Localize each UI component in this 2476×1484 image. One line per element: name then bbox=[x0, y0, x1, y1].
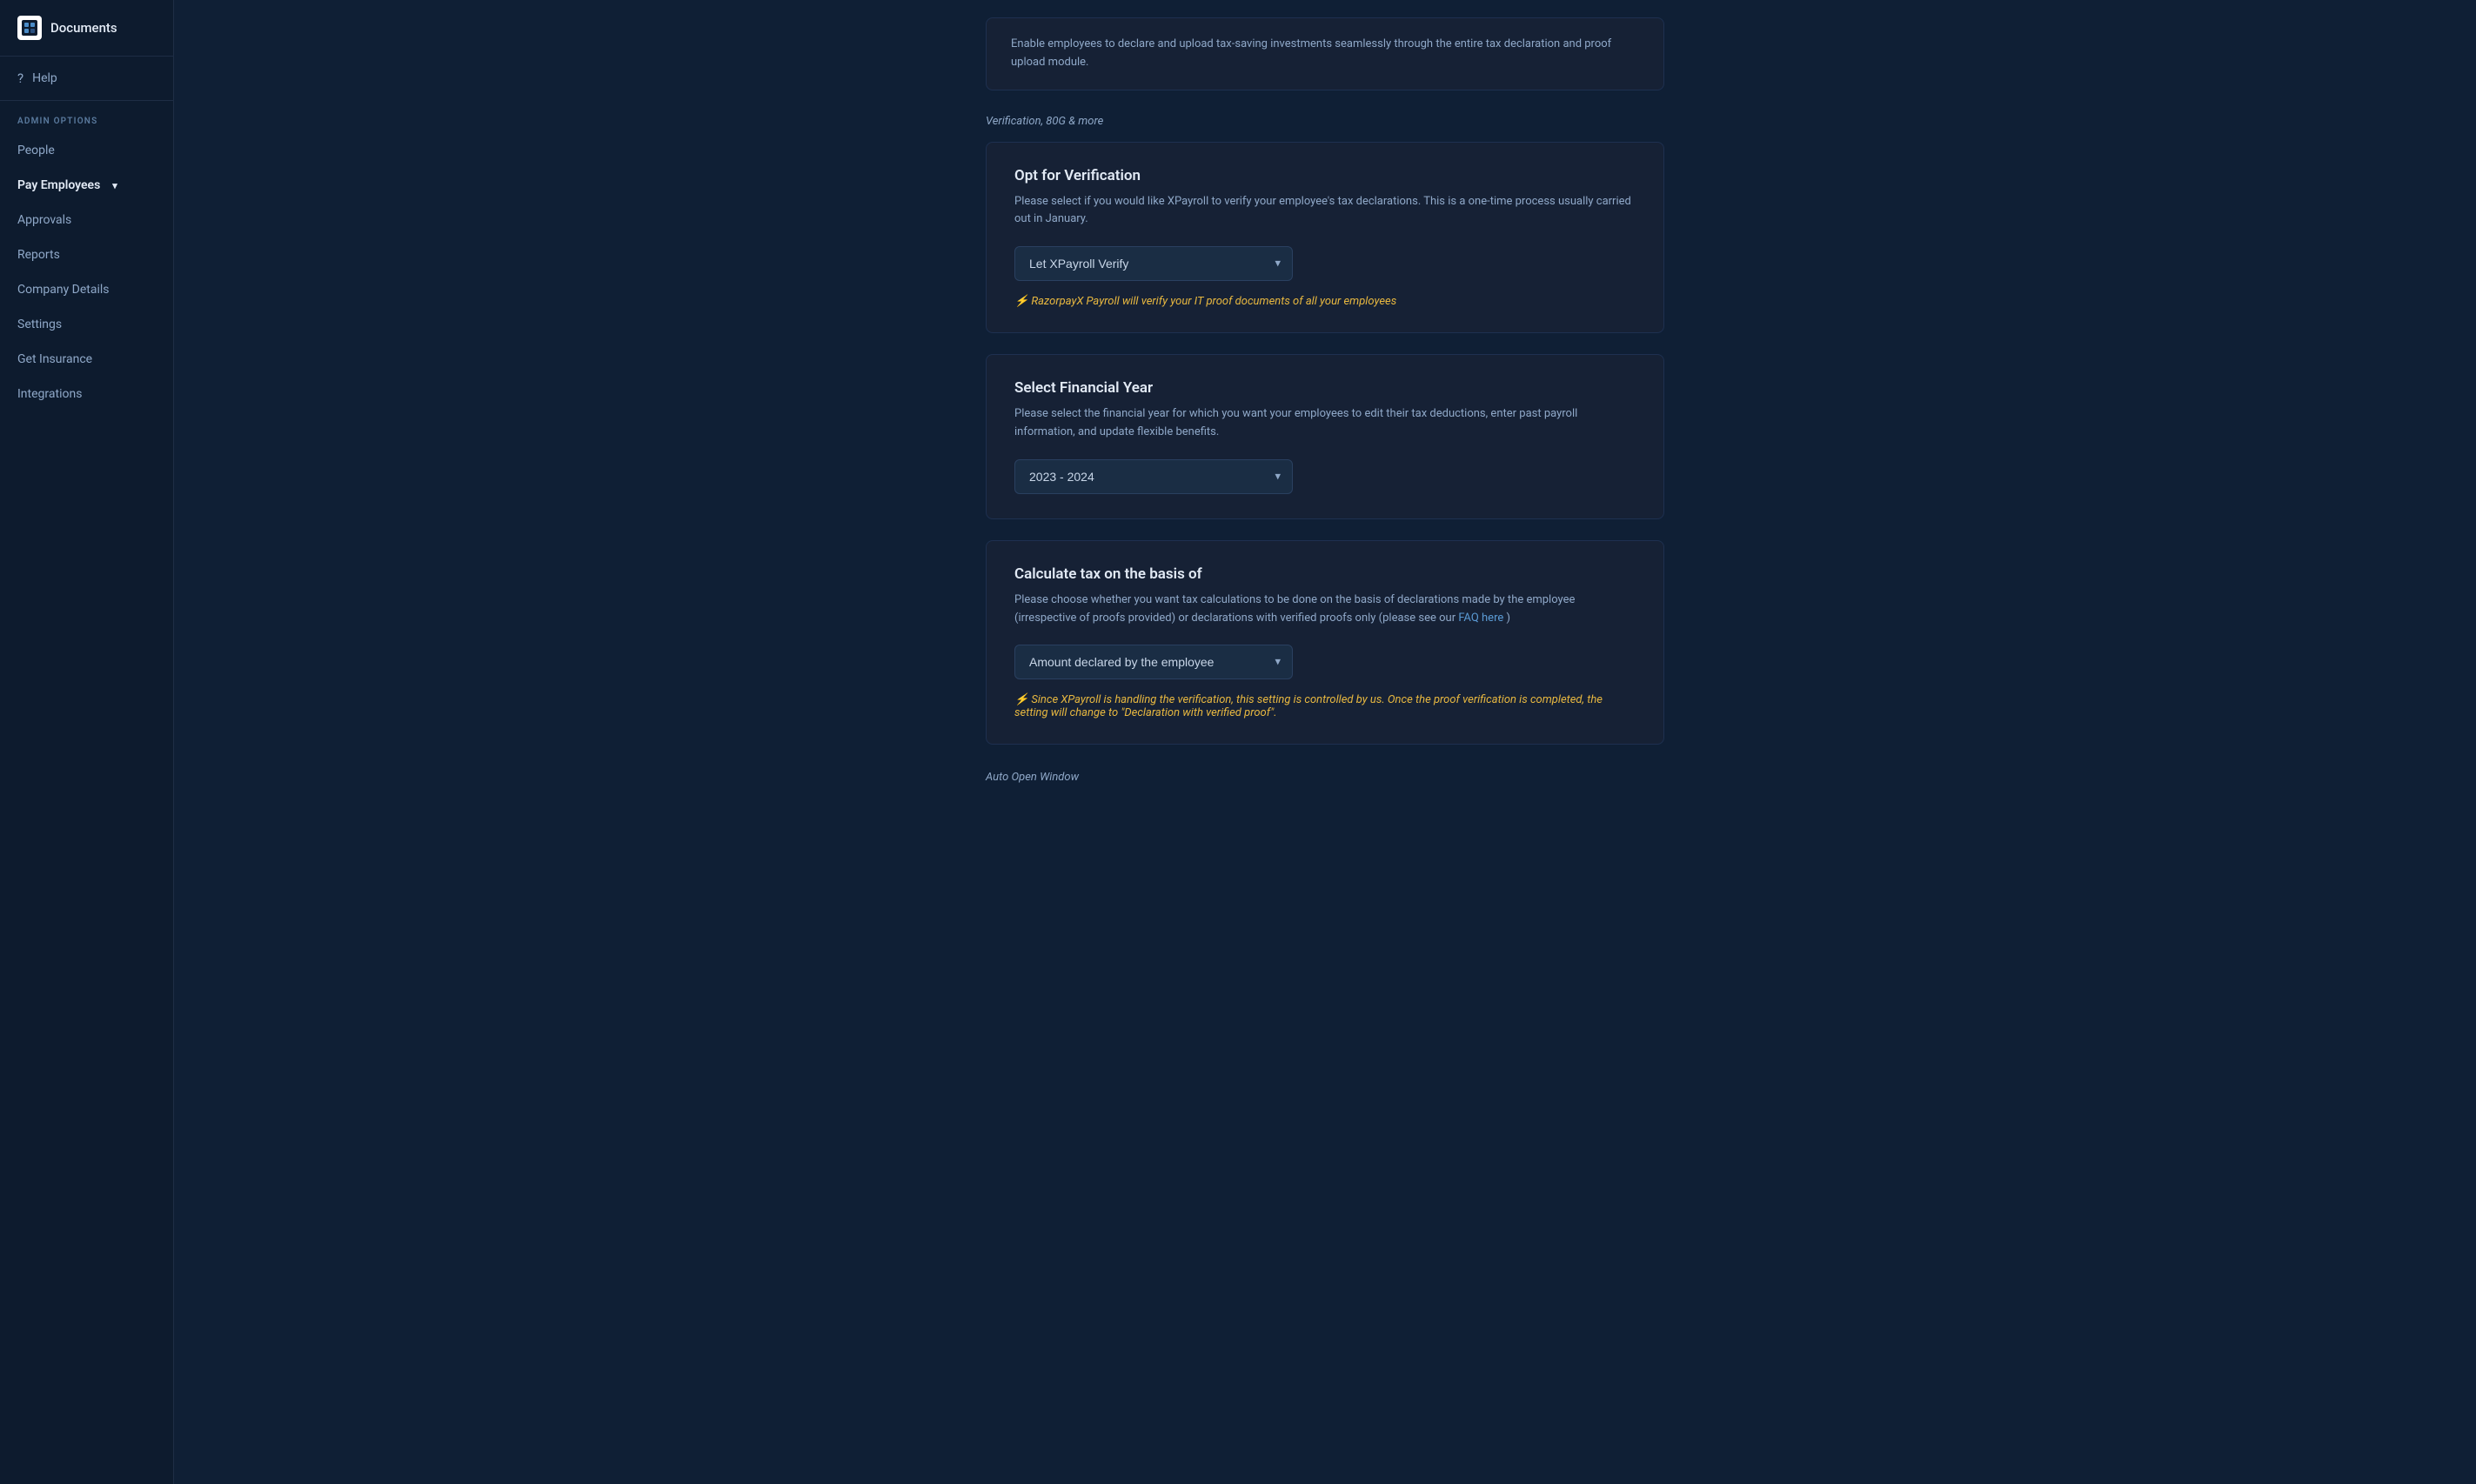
opt-verification-select-wrapper: Let XPayroll Verify Verify Yourself ▾ bbox=[1014, 246, 1293, 281]
logo-icon bbox=[17, 16, 42, 40]
admin-section-label: ADMIN OPTIONS bbox=[0, 101, 173, 133]
calculate-tax-desc-part2: ) bbox=[1506, 612, 1510, 625]
sidebar-item-integrations[interactable]: Integrations bbox=[0, 377, 173, 411]
financial-year-desc: Please select the financial year for whi… bbox=[1014, 405, 1636, 442]
opt-verification-notice-text: ⚡ RazorpayX Payroll will verify your IT … bbox=[1014, 295, 1396, 308]
opt-verification-select[interactable]: Let XPayroll Verify Verify Yourself bbox=[1014, 246, 1293, 281]
sidebar-logo[interactable]: Documents bbox=[0, 0, 173, 57]
faq-link[interactable]: FAQ here bbox=[1458, 612, 1503, 625]
settings-label: Settings bbox=[17, 318, 62, 331]
top-card-desc: Enable employees to declare and upload t… bbox=[1011, 37, 1611, 69]
sidebar-item-company-details[interactable]: Company Details bbox=[0, 272, 173, 307]
calculate-tax-title: Calculate tax on the basis of bbox=[1014, 565, 1636, 583]
sidebar-item-people[interactable]: People bbox=[0, 133, 173, 168]
financial-year-select[interactable]: 2023 - 2024 2022 - 2023 2021 - 2022 bbox=[1014, 459, 1293, 494]
verification-section-label: Verification, 80G & more bbox=[986, 115, 1664, 128]
help-label: Help bbox=[32, 71, 57, 85]
opt-verification-title: Opt for Verification bbox=[1014, 167, 1636, 184]
pay-employees-chevron: ▾ bbox=[112, 180, 117, 191]
main-content: Enable employees to declare and upload t… bbox=[174, 0, 2476, 1484]
opt-verification-desc: Please select if you would like XPayroll… bbox=[1014, 193, 1636, 230]
content-area: Enable employees to declare and upload t… bbox=[951, 0, 1699, 836]
auto-open-label: Auto Open Window bbox=[986, 771, 1664, 784]
help-icon: ? bbox=[17, 70, 23, 86]
help-item[interactable]: ? Help bbox=[0, 57, 173, 101]
calculate-tax-notice-text: ⚡ Since XPayroll is handling the verific… bbox=[1014, 693, 1603, 719]
top-description-card: Enable employees to declare and upload t… bbox=[986, 17, 1664, 90]
reports-label: Reports bbox=[17, 248, 60, 262]
sidebar-item-pay-employees[interactable]: Pay Employees ▾ bbox=[0, 168, 173, 203]
company-details-label: Company Details bbox=[17, 283, 110, 297]
approvals-label: Approvals bbox=[17, 213, 71, 227]
sidebar-item-approvals[interactable]: Approvals bbox=[0, 203, 173, 237]
opt-verification-notice: ⚡ RazorpayX Payroll will verify your IT … bbox=[1014, 295, 1636, 308]
sidebar: Documents ? Help ADMIN OPTIONS People Pa… bbox=[0, 0, 174, 1484]
people-label: People bbox=[17, 144, 55, 157]
financial-year-card: Select Financial Year Please select the … bbox=[986, 354, 1664, 519]
calculate-tax-notice: ⚡ Since XPayroll is handling the verific… bbox=[1014, 693, 1636, 719]
sidebar-item-get-insurance[interactable]: Get Insurance bbox=[0, 342, 173, 377]
calculate-tax-select-wrapper: Amount declared by the employee Declarat… bbox=[1014, 645, 1293, 679]
financial-year-title: Select Financial Year bbox=[1014, 379, 1636, 397]
financial-year-select-wrapper: 2023 - 2024 2022 - 2023 2021 - 2022 ▾ bbox=[1014, 459, 1293, 494]
opt-verification-card: Opt for Verification Please select if yo… bbox=[986, 142, 1664, 334]
sidebar-item-settings[interactable]: Settings bbox=[0, 307, 173, 342]
pay-employees-label: Pay Employees bbox=[17, 178, 100, 192]
calculate-tax-select[interactable]: Amount declared by the employee Declarat… bbox=[1014, 645, 1293, 679]
sidebar-item-reports[interactable]: Reports bbox=[0, 237, 173, 272]
get-insurance-label: Get Insurance bbox=[17, 352, 92, 366]
integrations-label: Integrations bbox=[17, 387, 82, 401]
calculate-tax-card: Calculate tax on the basis of Please cho… bbox=[986, 540, 1664, 745]
logo-label: Documents bbox=[50, 20, 117, 36]
calculate-tax-desc: Please choose whether you want tax calcu… bbox=[1014, 592, 1636, 628]
